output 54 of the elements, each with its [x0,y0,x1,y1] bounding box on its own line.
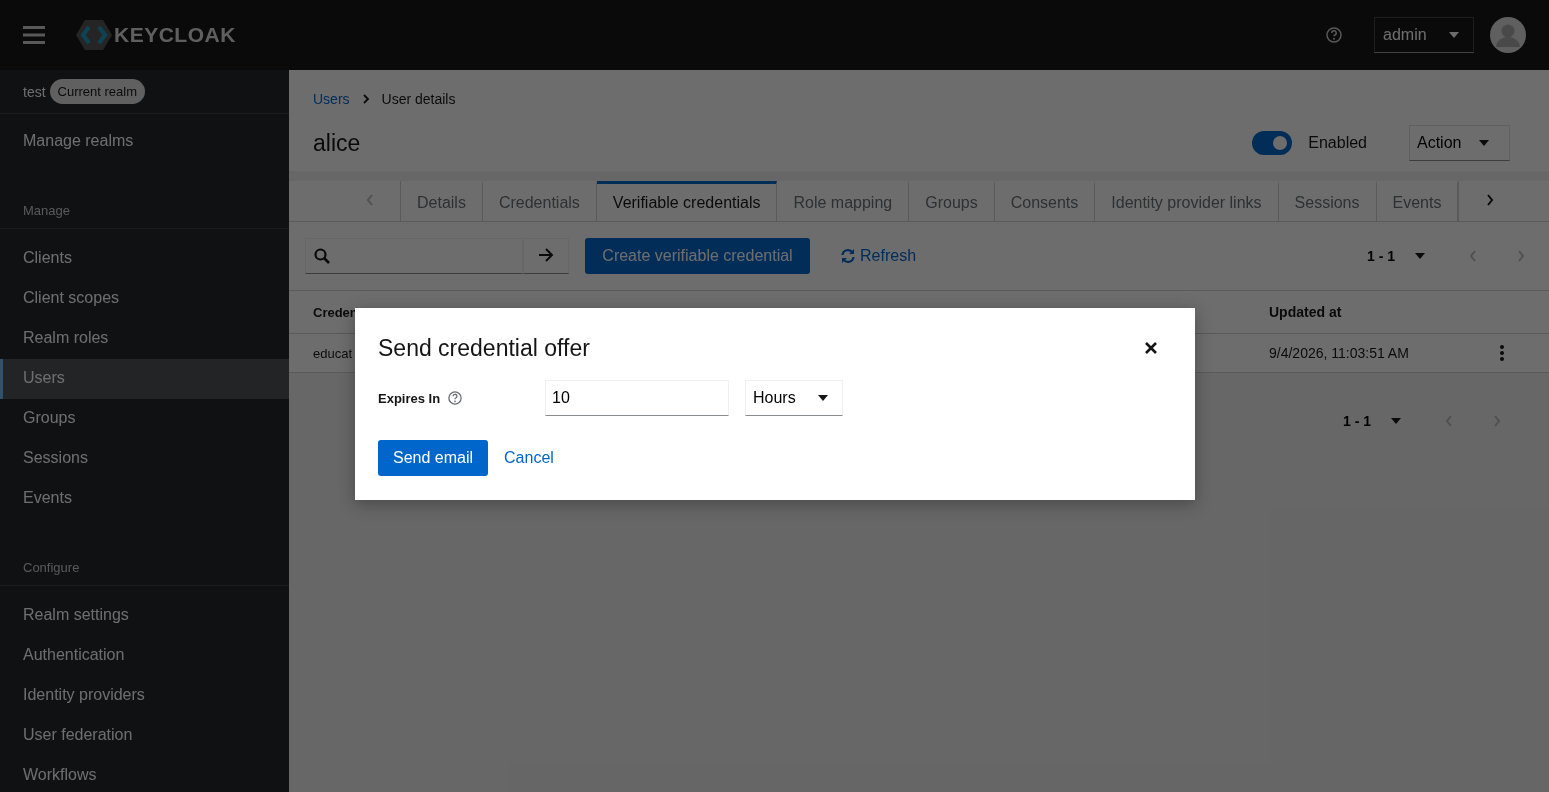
table-cell-text: 9/4/2026, 11:03:51 AM [1269,345,1410,361]
nav-item[interactable]: Manage realms [0,122,289,162]
switch-label: Enabled [1308,134,1367,152]
caret-icon [1415,253,1425,259]
nav-item[interactable]: Realm settings [0,596,289,636]
search-field[interactable] [305,238,523,274]
tab[interactable]: Verifiable credentials [596,181,778,221]
logo-text: KEYCLOAK [114,23,236,47]
avatar-icon[interactable] [1490,17,1526,53]
caret-icon [817,395,828,401]
nav-item[interactable]: Users [0,359,289,399]
kebab-icon[interactable] [1500,345,1504,361]
cancel-button[interactable]: Cancel [498,448,560,468]
breadcrumb-current: User details [381,90,456,107]
refresh-button[interactable]: Refresh [834,246,923,266]
caret-icon [1479,140,1490,146]
pagination-dropdown[interactable]: 1 - 1 [1343,413,1401,429]
unit-dropdown[interactable]: Hours [745,380,843,416]
field-label: Expires In [378,390,441,406]
create-button[interactable]: Create verifiable credential [585,238,810,274]
user-dropdown[interactable]: admin [1374,17,1474,53]
send-email-button[interactable]: Send email [378,440,489,476]
logo-icon [76,20,112,50]
arrow-right-icon[interactable] [523,238,569,274]
table-cell: educat [313,345,353,361]
page-title: alice [313,129,361,157]
realm-name: test [23,83,46,100]
column-header: Updated at [1269,304,1343,320]
action-dropdown[interactable]: Action [1409,125,1510,161]
refresh-icon [840,248,856,264]
nav-item[interactable]: Workflows [0,756,289,792]
modal-title: Send credential offer [378,334,590,362]
next-page-icon[interactable] [1517,250,1525,262]
nav-item[interactable]: User federation [0,716,289,756]
menu-icon[interactable] [23,26,45,44]
nav-item[interactable]: Sessions [0,439,289,479]
breadcrumb-link[interactable]: Users [313,90,350,107]
previous-page-icon[interactable] [1469,250,1477,262]
nav-item[interactable]: Clients [0,239,289,279]
enabled-switch[interactable] [1252,131,1293,155]
nav-item[interactable]: Groups [0,399,289,439]
pagination-dropdown[interactable]: 1 - 1 [1367,248,1425,264]
chevron-right-icon [361,93,370,104]
nav-item[interactable]: Identity providers [0,676,289,716]
nav-item[interactable]: Client scopes [0,279,289,319]
nav-item[interactable]: Realm roles [0,319,289,359]
nav-item[interactable]: Events [0,479,289,519]
search-icon [314,248,330,264]
current-realm-badge: Current realm [49,79,146,104]
expires-input[interactable]: 10 [545,380,729,416]
help-icon[interactable] [448,391,463,405]
caret-icon [1391,418,1401,424]
caret-icon [1448,32,1459,38]
nav-item[interactable]: Authentication [0,636,289,676]
